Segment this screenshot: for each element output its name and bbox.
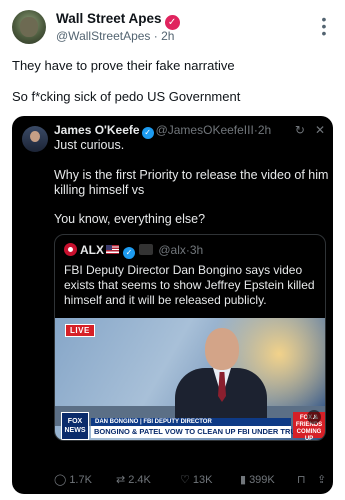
- bookmark-icon[interactable]: ⊓: [297, 473, 306, 486]
- verified-badge-icon: ✓: [164, 15, 180, 30]
- author-name-row[interactable]: Wall Street Apes ✓: [56, 11, 180, 30]
- quote-blue-check-icon: ✓: [123, 247, 135, 259]
- embed-header-icons: ↻ ✕: [285, 123, 325, 137]
- blue-check-icon: ✓: [141, 127, 154, 139]
- video-person: [175, 328, 267, 428]
- avatar-face: [20, 17, 38, 37]
- reply-count: 1.7K: [69, 474, 92, 486]
- reply-button[interactable]: ◯ 1.7K: [54, 473, 92, 486]
- handle-separator: ·: [153, 29, 158, 43]
- quote-text-line-1: FBI Deputy Director Dan Bongino says vid…: [64, 263, 303, 277]
- views-button[interactable]: ▮ 399K: [240, 473, 275, 486]
- promo-line-2: FRIENDS: [295, 422, 323, 428]
- affiliate-badge-icon: [139, 244, 153, 255]
- embed-author-row: James O'Keefe ✓ @JamesOKeefeIII·2h: [54, 123, 271, 139]
- repost-icon: ⇄: [116, 474, 126, 486]
- embed-text-line-4: You know, everything else?: [54, 212, 206, 226]
- embed-time: 2h: [257, 123, 272, 137]
- us-flag-icon: [106, 245, 119, 254]
- heart-icon: ♡: [180, 474, 190, 486]
- lower-third: FOX NEWS DAN BONGINO | FBI DEPUTY DIRECT…: [55, 412, 325, 441]
- lower-third-name: DAN BONGINO | FBI DEPUTY DIRECTOR: [91, 418, 291, 426]
- views-count: 399K: [249, 474, 275, 486]
- like-button[interactable]: ♡ 13K: [180, 473, 212, 486]
- video-player[interactable]: LIVE FOX NEWS DAN BONGINO | FBI DEPUTY D…: [55, 318, 325, 441]
- promo-line-3: COMING UP: [296, 429, 322, 441]
- views-chart-icon: ▮: [240, 474, 247, 486]
- like-count: 13K: [192, 474, 213, 486]
- person-head: [205, 328, 239, 370]
- repost-button[interactable]: ⇄ 2.4K: [116, 473, 151, 486]
- quote-time: 3h: [189, 243, 204, 257]
- quote-avatar[interactable]: [64, 243, 77, 256]
- avatar[interactable]: [12, 10, 46, 44]
- embed-text-line-3: killing himself vs: [54, 183, 145, 197]
- volume-icon[interactable]: ♪: [307, 410, 321, 424]
- action-bar: ◯ 1.7K ⇄ 2.4K ♡ 13K ▮ 399K ⊓ ⇪: [12, 473, 333, 489]
- embed-text-line-2: Why is the first Priority to release the…: [54, 168, 329, 182]
- more-options-icon[interactable]: • • •: [317, 12, 331, 40]
- post-time[interactable]: 2h: [161, 29, 174, 43]
- post-text-line-1: They have to prove their fake narrative: [12, 58, 235, 73]
- lower-third-headline: BONGINO & PATEL VOW TO CLEAN UP FBI UNDE…: [91, 426, 307, 438]
- close-icon[interactable]: ✕: [315, 123, 325, 137]
- quote-author-name[interactable]: ALX: [80, 243, 104, 257]
- repost-count: 2.4K: [128, 474, 151, 486]
- quote-handle[interactable]: @alx: [158, 243, 186, 257]
- network-line-1: FOX: [67, 418, 83, 425]
- live-badge: LIVE: [65, 324, 95, 337]
- embedded-post[interactable]: James O'Keefe ✓ @JamesOKeefeIII·2h ↻ ✕ Just…: [12, 116, 333, 494]
- fox-news-logo: FOX NEWS: [61, 412, 89, 440]
- embed-avatar[interactable]: [22, 126, 48, 152]
- quote-author-row: ALX ✓ @alx·3h: [64, 243, 203, 259]
- post-header: Wall Street Apes ✓ @WallStreetApes · 2h •…: [12, 10, 333, 46]
- embed-author-handle[interactable]: @JamesOKeefeIII: [156, 123, 254, 137]
- quoted-post[interactable]: ALX ✓ @alx·3h FBI Deputy Director Dan Bon…: [54, 234, 326, 441]
- refresh-icon[interactable]: ↻: [295, 123, 305, 137]
- post-text-line-2: So f*cking sick of pedo US Government: [12, 89, 241, 104]
- reply-icon: ◯: [54, 474, 67, 486]
- share-icon[interactable]: ⇪: [317, 473, 326, 486]
- quote-text-line-2: exists that seems to show Jeffrey Epstei…: [64, 278, 315, 292]
- author-handle-row: @WallStreetApes · 2h: [56, 29, 174, 43]
- quote-text-line-3: himself and it will be released publicly…: [64, 293, 267, 307]
- network-line-2: NEWS: [64, 427, 86, 434]
- author-handle[interactable]: @WallStreetApes: [56, 29, 150, 43]
- embed-text-line-1: Just curious.: [54, 138, 125, 152]
- embed-author-name[interactable]: James O'Keefe: [54, 123, 140, 137]
- author-name[interactable]: Wall Street Apes: [56, 11, 162, 26]
